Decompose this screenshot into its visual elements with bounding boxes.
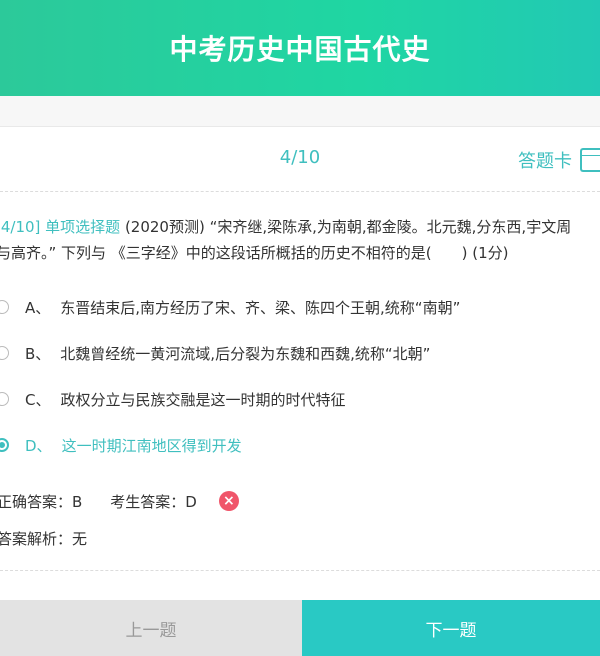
progress-indicator: 4/10 <box>279 147 321 168</box>
option-a[interactable]: A、 东晋结束后,南方经历了宋、齐、梁、陈四个王朝,统称“南朝” <box>0 295 460 319</box>
correct-answer: 正确答案：B <box>0 492 83 511</box>
option-letter: C、 <box>25 390 51 409</box>
option-letter: D、 <box>25 436 52 455</box>
option-letter: B、 <box>25 344 51 363</box>
next-question-button[interactable]: 下一题 <box>302 600 600 656</box>
footer-nav: 上一题 下一题 <box>0 600 600 656</box>
answer-result: 正确答案：B 考生答案：D × <box>0 489 239 513</box>
header-bar: 中考历史中国古代史 <box>0 0 600 96</box>
radio-icon[interactable] <box>0 346 9 360</box>
prev-question-button[interactable]: 上一题 <box>0 600 302 656</box>
option-b[interactable]: B、 北魏曾经统一黄河流域,后分裂为东魏和西魏,统称“北朝” <box>0 341 430 365</box>
option-text: 政权分立与民族交融是这一时期的时代特征 <box>60 390 346 409</box>
option-text: 北魏曾经统一黄河流域,后分裂为东魏和西魏,统称“北朝” <box>60 344 431 363</box>
page-title: 中考历史中国古代史 <box>169 33 431 66</box>
option-text: 这一时期江南地区得到开发 <box>61 436 242 455</box>
radio-icon[interactable] <box>0 300 9 314</box>
calendar-icon <box>580 148 600 172</box>
student-answer: 考生答案：D <box>110 492 197 511</box>
answer-card-label: 答题卡 <box>518 151 572 172</box>
option-text: 东晋结束后,南方经历了宋、齐、梁、陈四个王朝,统称“南朝” <box>60 298 461 317</box>
question-tag: [4/10] 单项选择题 <box>0 218 121 236</box>
spacer <box>0 96 600 127</box>
option-c[interactable]: C、 政权分立与民族交融是这一时期的时代特征 <box>0 387 346 411</box>
option-letter: A、 <box>25 298 51 317</box>
question-text: [4/10] 单项选择题 (2020预测) “宋齐继,梁陈承,为南朝,都金陵。北… <box>0 214 600 266</box>
option-d[interactable]: D、 这一时期江南地区得到开发 <box>0 433 242 457</box>
radio-selected-icon[interactable] <box>0 438 9 452</box>
answer-card-button[interactable]: 答题卡 <box>518 147 600 173</box>
divider <box>0 570 600 571</box>
answer-analysis: 答案解析：无 <box>0 530 88 548</box>
question-line-1: (2020预测) “宋齐继,梁陈承,为南朝,都金陵。北元魏,分东西,宇文周 <box>120 218 572 236</box>
progress-bar: 4/10 答题卡 <box>0 127 600 192</box>
wrong-icon: × <box>218 491 239 511</box>
radio-icon[interactable] <box>0 392 9 406</box>
question-line-2: 与高齐。” 下列与 《三字经》中的这段话所概括的历史不相符的是( ) (1分) <box>0 244 509 262</box>
